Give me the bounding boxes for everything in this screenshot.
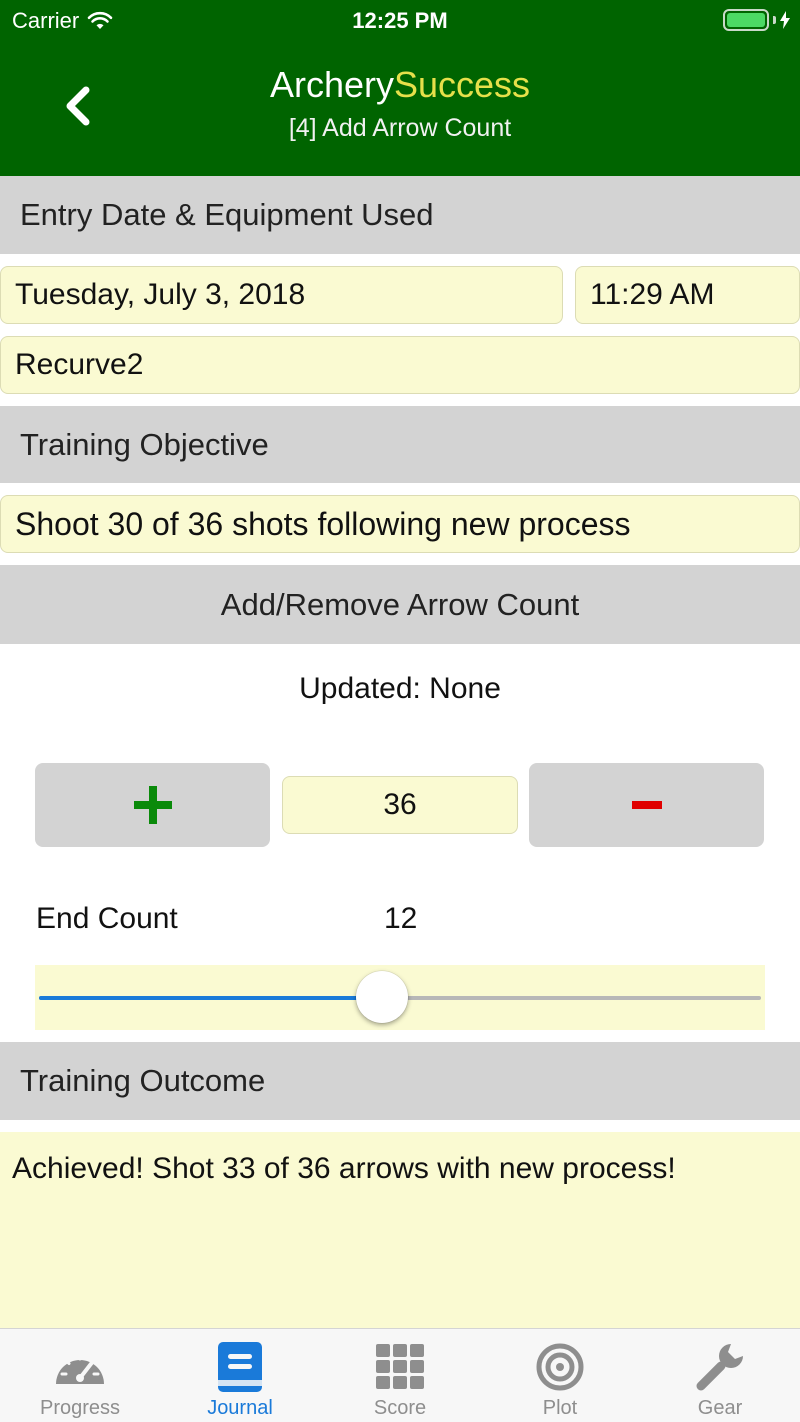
section-header-arrow-count: Add/Remove Arrow Count (0, 565, 800, 644)
time-field[interactable]: 11:29 AM (575, 266, 800, 324)
wrench-icon (696, 1344, 743, 1391)
arrow-count-field[interactable]: 36 (282, 776, 518, 834)
minus-icon (631, 801, 662, 809)
plus-icon (133, 786, 172, 824)
app-title-part1: Archery (269, 64, 394, 105)
date-field[interactable]: Tuesday, July 3, 2018 (0, 266, 563, 324)
add-arrows-button[interactable] (35, 763, 270, 847)
tab-progress[interactable]: Progress (0, 1329, 160, 1422)
section-header-objective: Training Objective (0, 406, 800, 483)
tab-score[interactable]: Score (320, 1329, 480, 1422)
page-subtitle: [4] Add Arrow Count (288, 114, 512, 142)
section-header-outcome: Training Outcome (0, 1042, 800, 1120)
app-title: ArcherySuccess (0, 64, 800, 106)
tab-label-score: Score (373, 1397, 427, 1419)
end-count-label: End Count (36, 902, 178, 935)
updated-label: Updated: None (299, 672, 501, 705)
battery-icon (723, 9, 790, 31)
remove-arrows-button[interactable] (529, 763, 764, 847)
tab-bar: Progress Journal Score Plot Gear (0, 1328, 800, 1422)
grid-icon (376, 1344, 424, 1389)
tab-label-journal: Journal (207, 1397, 273, 1419)
end-count-value: 12 (384, 902, 418, 935)
tab-label-plot: Plot (542, 1397, 578, 1419)
tab-plot[interactable]: Plot (480, 1329, 640, 1422)
target-icon (536, 1343, 584, 1391)
status-time: 12:25 PM (352, 8, 448, 33)
nav-header: Carrier 12:25 PM ArcherySuccess [4] Add … (0, 0, 800, 176)
objective-field[interactable]: Shoot 30 of 36 shots following new proce… (0, 495, 800, 553)
tab-journal[interactable]: Journal (160, 1329, 320, 1422)
outcome-textarea[interactable]: Achieved! Shot 33 of 36 arrows with new … (0, 1132, 800, 1328)
status-bar: Carrier 12:25 PM (0, 0, 800, 40)
slider-thumb[interactable] (355, 971, 408, 1023)
end-count-slider[interactable] (35, 965, 765, 1030)
tab-label-gear: Gear (697, 1397, 743, 1419)
tab-gear[interactable]: Gear (640, 1329, 800, 1422)
tab-label-progress: Progress (39, 1397, 121, 1419)
speedometer-icon (56, 1353, 104, 1384)
section-header-entry: Entry Date & Equipment Used (0, 176, 800, 254)
app-title-part2: Success (393, 64, 531, 105)
slider-fill (39, 996, 382, 1000)
charging-bolt-icon (780, 11, 790, 29)
equipment-field[interactable]: Recurve2 (0, 336, 800, 394)
book-icon (218, 1342, 262, 1392)
